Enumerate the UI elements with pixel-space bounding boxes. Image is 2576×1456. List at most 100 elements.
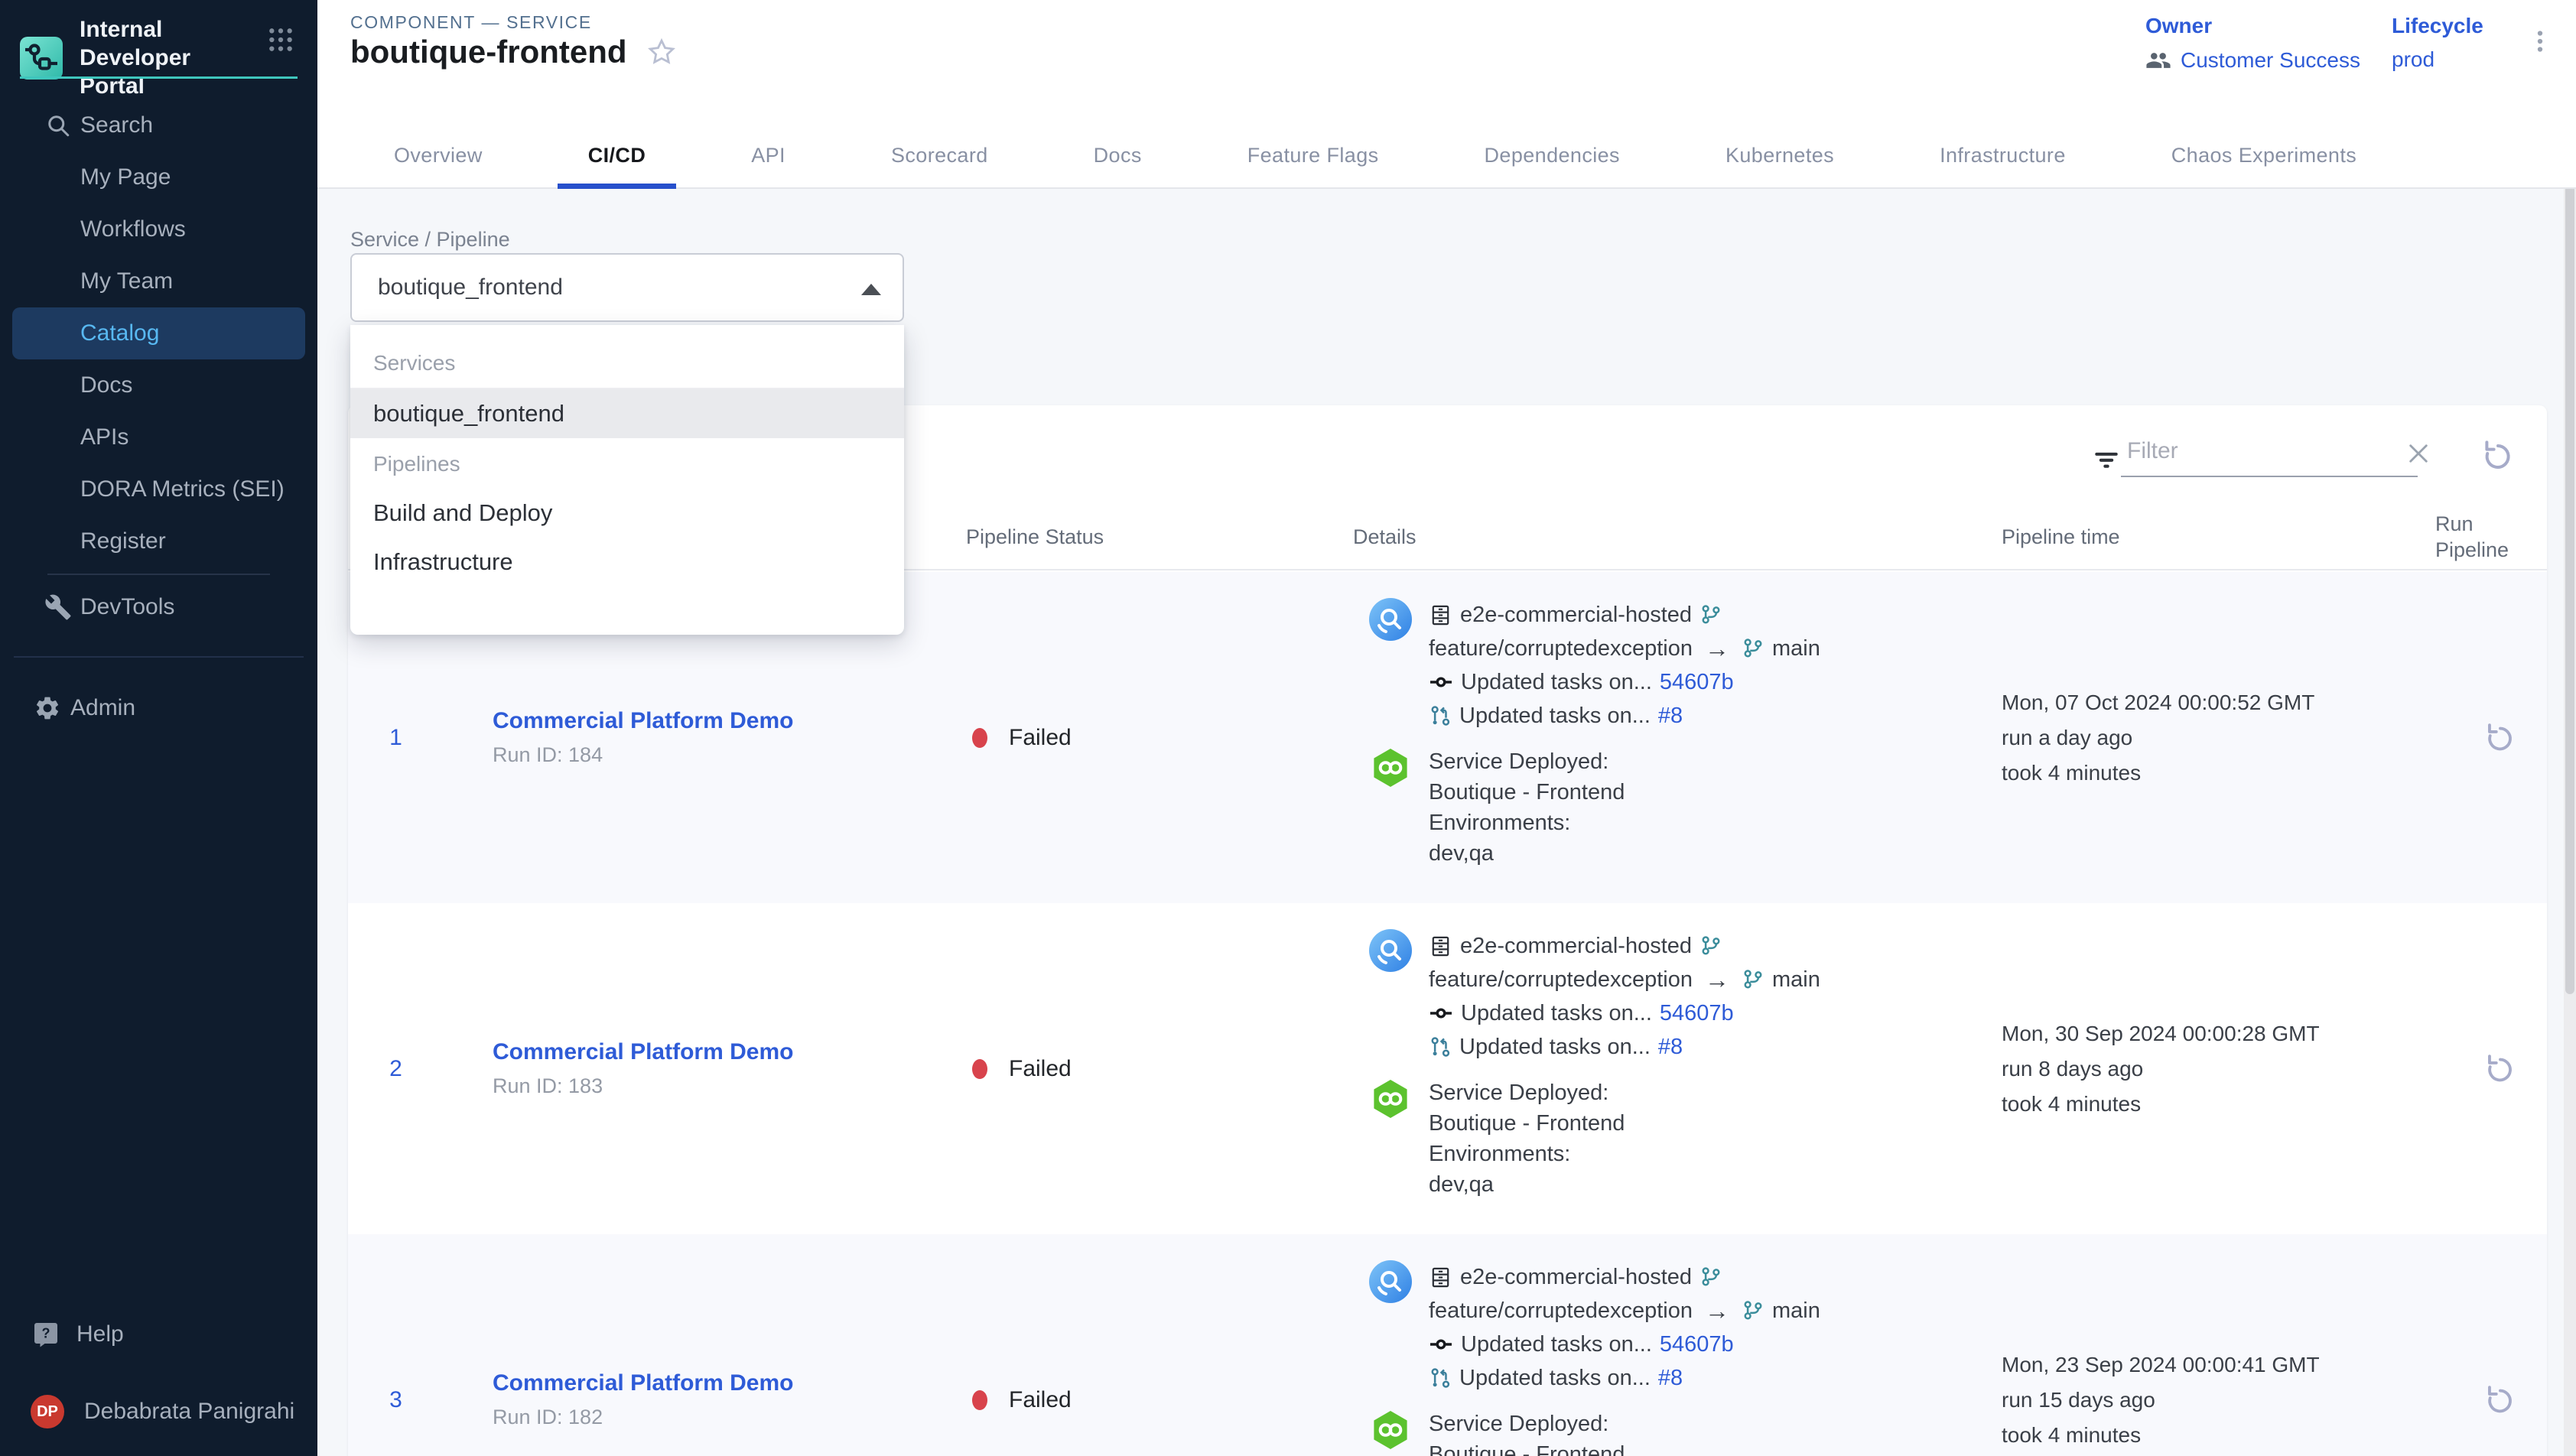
pipeline-time: Mon, 30 Sep 2024 00:00:28 GMT run 8 days… <box>2002 903 2435 1234</box>
tab-api[interactable]: API <box>720 144 816 189</box>
time-gmt: Mon, 23 Sep 2024 00:00:41 GMT <box>2002 1351 2435 1379</box>
commit-hash-link[interactable]: 54607b <box>1660 670 1734 695</box>
commit-hash-link[interactable]: 54607b <box>1660 1001 1734 1026</box>
status-label: Failed <box>1009 1056 1072 1082</box>
sidebar-item-workflows[interactable]: Workflows <box>0 203 317 255</box>
sidebar-item-help[interactable]: ? Help <box>0 1308 317 1360</box>
ci-stage-icon <box>1369 929 1412 972</box>
run-number-link[interactable]: 2 <box>348 903 444 1234</box>
deploy-line: Service Deployed: <box>1429 1409 1625 1439</box>
main-area: COMPONENT — SERVICE boutique-frontend Ow… <box>317 0 2576 1456</box>
sidebar-item-label: Register <box>80 528 166 554</box>
filter-input[interactable] <box>2121 427 2418 477</box>
sidebar-item-admin[interactable]: Admin <box>0 682 317 734</box>
status-dot <box>972 728 987 748</box>
sidebar-item-my-page[interactable]: My Page <box>0 151 317 203</box>
tab-dependencies[interactable]: Dependencies <box>1454 144 1651 189</box>
sidebar-item-catalog[interactable]: Catalog <box>12 307 305 359</box>
repository-icon <box>1429 1266 1452 1289</box>
commit-icon <box>1429 1001 1453 1025</box>
pipeline-time: Mon, 07 Oct 2024 00:00:52 GMT run a day … <box>2002 572 2435 903</box>
tab-ci-cd[interactable]: CI/CD <box>558 144 677 189</box>
wrench-icon <box>44 593 72 621</box>
time-gmt: Mon, 30 Sep 2024 00:00:28 GMT <box>2002 1020 2435 1048</box>
sidebar-item-label: Docs <box>80 372 132 398</box>
search-icon <box>44 112 72 139</box>
commit-hash-link[interactable]: 54607b <box>1660 1332 1734 1357</box>
tab-docs[interactable]: Docs <box>1063 144 1173 189</box>
pull-request-icon <box>1429 704 1452 727</box>
pipeline-name-link[interactable]: Commercial Platform Demo <box>493 1370 966 1396</box>
sidebar-item-label: Admin <box>70 695 135 721</box>
sidebar-item-label: Catalog <box>80 320 159 346</box>
tab-infrastructure[interactable]: Infrastructure <box>1909 144 2096 189</box>
pr-number-link[interactable]: #8 <box>1658 1366 1683 1391</box>
run-id: Run ID: 182 <box>493 1406 966 1429</box>
time-duration: took 4 minutes <box>2002 1422 2435 1449</box>
vertical-scrollbar[interactable] <box>2564 0 2576 1456</box>
run-number-link[interactable]: 3 <box>348 1234 444 1456</box>
menu-option-infrastructure[interactable]: Infrastructure <box>350 538 904 587</box>
branch-to: main <box>1772 967 1820 993</box>
menu-option-boutique-frontend[interactable]: boutique_frontend <box>350 389 904 438</box>
sidebar-item-docs[interactable]: Docs <box>0 359 317 411</box>
lifecycle-value: prod <box>2392 47 2483 72</box>
sidebar-item-register[interactable]: Register <box>0 515 317 567</box>
tab-scorecard[interactable]: Scorecard <box>860 144 1019 189</box>
reset-filters-icon[interactable] <box>2479 437 2516 474</box>
rerun-pipeline-icon[interactable] <box>2482 1051 2517 1087</box>
favorite-star-icon[interactable] <box>646 36 678 68</box>
pr-number-link[interactable]: #8 <box>1658 1035 1683 1060</box>
branch-to: main <box>1772 636 1820 661</box>
commit-icon <box>1429 1332 1453 1357</box>
arrow-right-icon: → <box>1705 966 1729 994</box>
deploy-line: dev,qa <box>1429 838 1625 869</box>
ci-stage-icon <box>1369 1260 1412 1303</box>
sidebar-item-apis[interactable]: APIs <box>0 411 317 463</box>
git-branch-icon <box>1742 637 1764 660</box>
sidebar-item-search[interactable]: Search <box>0 99 317 151</box>
filter-icon <box>2092 445 2121 474</box>
clear-filter-icon[interactable] <box>2404 439 2433 468</box>
tab-overview[interactable]: Overview <box>363 144 513 189</box>
deploy-line: Service Deployed: <box>1429 746 1625 777</box>
gear-icon <box>34 694 61 722</box>
pr-message: Updated tasks on... <box>1459 1366 1651 1391</box>
caret-up-icon <box>861 284 881 295</box>
time-relative: run a day ago <box>2002 724 2435 752</box>
tab-kubernetes[interactable]: Kubernetes <box>1695 144 1865 189</box>
apps-grid-icon[interactable] <box>265 24 296 59</box>
rerun-pipeline-icon[interactable] <box>2482 720 2517 756</box>
app-logo-icon <box>20 37 63 80</box>
tab-feature-flags[interactable]: Feature Flags <box>1217 144 1410 189</box>
tab-bar: Overview CI/CD API Scorecard Docs Feature Fla… <box>363 144 2387 189</box>
sidebar: Internal Developer Portal SearchMy PageW… <box>0 0 317 1456</box>
kebab-menu-icon[interactable] <box>2526 28 2554 59</box>
branch-to: main <box>1772 1298 1820 1324</box>
pr-message: Updated tasks on... <box>1459 1035 1651 1060</box>
cd-stage-icon <box>1369 746 1412 789</box>
repo-name: e2e-commercial-hosted <box>1460 603 1692 628</box>
pipeline-select-value: boutique_frontend <box>378 275 563 301</box>
rerun-pipeline-icon[interactable] <box>2482 1383 2517 1418</box>
pipeline-select[interactable]: boutique_frontend <box>350 253 904 322</box>
table-row: 3 Commercial Platform Demo Run ID: 182 F… <box>348 1234 2547 1456</box>
menu-group-label: Pipelines <box>350 438 904 489</box>
user-name: Debabrata Panigrahi <box>84 1399 294 1425</box>
pipeline-name-link[interactable]: Commercial Platform Demo <box>493 1039 966 1065</box>
sidebar-item-dora-metrics-sei[interactable]: DORA Metrics (SEI) <box>0 463 317 515</box>
tab-chaos-experiments[interactable]: Chaos Experiments <box>2141 144 2387 189</box>
user-menu[interactable]: DP Debabrata Panigrahi <box>0 1386 317 1438</box>
nav-divider-long <box>14 656 304 658</box>
repo-name: e2e-commercial-hosted <box>1460 1265 1692 1290</box>
pipeline-name-link[interactable]: Commercial Platform Demo <box>493 708 966 734</box>
deploy-line: Service Deployed: <box>1429 1077 1625 1108</box>
sidebar-item-devtools[interactable]: DevTools <box>0 581 317 633</box>
time-duration: took 4 minutes <box>2002 1090 2435 1118</box>
git-branch-icon <box>1699 603 1722 626</box>
sidebar-item-my-team[interactable]: My Team <box>0 255 317 307</box>
pr-number-link[interactable]: #8 <box>1658 704 1683 729</box>
menu-option-build-and-deploy[interactable]: Build and Deploy <box>350 489 904 538</box>
nav-divider <box>47 574 270 575</box>
owner-link[interactable]: Customer Success <box>2145 47 2360 73</box>
